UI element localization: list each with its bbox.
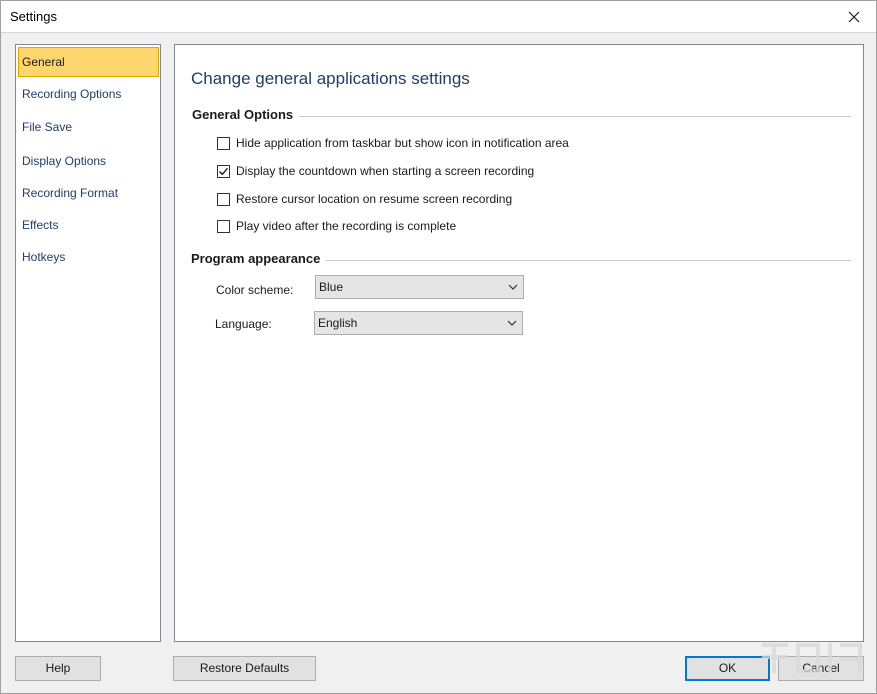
checkbox-display-countdown[interactable]: Display the countdown when starting a sc… bbox=[217, 162, 534, 180]
color-scheme-value: Blue bbox=[319, 280, 344, 294]
color-scheme-label: Color scheme: bbox=[216, 283, 294, 297]
chevron-down-icon bbox=[507, 320, 517, 326]
language-label: Language: bbox=[215, 317, 272, 331]
title-bar: Settings bbox=[1, 1, 876, 33]
checkbox-label: Play video after the recording is comple… bbox=[236, 219, 457, 233]
checkbox-restore-cursor[interactable]: Restore cursor location on resume screen… bbox=[217, 190, 512, 208]
help-button[interactable]: Help bbox=[15, 656, 101, 681]
nav-item-effects[interactable]: Effects bbox=[18, 210, 159, 240]
restore-defaults-button[interactable]: Restore Defaults bbox=[173, 656, 316, 681]
checkbox-box[interactable] bbox=[217, 192, 230, 206]
nav-item-label: Recording Format bbox=[22, 186, 119, 200]
checkbox-play-video[interactable]: Play video after the recording is comple… bbox=[217, 217, 456, 235]
watermark-logo bbox=[762, 643, 862, 673]
settings-nav: General Recording Options File Save Disp… bbox=[15, 44, 161, 642]
language-select[interactable]: English bbox=[314, 311, 523, 335]
chevron-down-icon bbox=[508, 284, 518, 290]
nav-item-label: Effects bbox=[22, 218, 59, 232]
group-title-general-options: General Options bbox=[192, 107, 300, 122]
nav-item-label: File Save bbox=[22, 120, 73, 134]
nav-item-label: Recording Options bbox=[22, 87, 122, 101]
group-divider bbox=[295, 116, 851, 117]
nav-item-recording-options[interactable]: Recording Options bbox=[18, 79, 159, 109]
checkbox-label: Display the countdown when starting a sc… bbox=[236, 164, 535, 178]
checkbox-hide-from-taskbar[interactable]: Hide application from taskbar but show i… bbox=[217, 134, 569, 152]
nav-item-label: General bbox=[22, 55, 65, 69]
checkbox-box[interactable] bbox=[217, 164, 230, 178]
nav-item-label: Display Options bbox=[22, 154, 107, 168]
checkbox-label: Restore cursor location on resume screen… bbox=[236, 192, 513, 206]
nav-item-recording-format[interactable]: Recording Format bbox=[18, 178, 159, 208]
window-title: Settings bbox=[10, 9, 57, 24]
nav-item-display-options[interactable]: Display Options bbox=[18, 146, 159, 176]
ok-button[interactable]: OK bbox=[685, 656, 770, 681]
close-icon bbox=[848, 11, 860, 22]
settings-window: Settings General Recording Options File … bbox=[0, 0, 877, 694]
group-divider bbox=[325, 260, 851, 261]
settings-content: Change general applications settings Gen… bbox=[174, 44, 864, 642]
nav-item-general[interactable]: General bbox=[18, 47, 159, 77]
page-title: Change general applications settings bbox=[191, 69, 470, 88]
nav-item-label: Hotkeys bbox=[22, 250, 66, 264]
nav-item-hotkeys[interactable]: Hotkeys bbox=[18, 242, 159, 272]
check-icon bbox=[219, 167, 229, 175]
nav-item-file-save[interactable]: File Save bbox=[18, 112, 159, 142]
close-button[interactable] bbox=[832, 1, 876, 32]
group-title-program-appearance: Program appearance bbox=[191, 251, 327, 266]
checkbox-box[interactable] bbox=[217, 136, 230, 150]
checkbox-box[interactable] bbox=[217, 219, 230, 233]
language-value: English bbox=[318, 316, 358, 330]
checkbox-label: Hide application from taskbar but show i… bbox=[236, 136, 569, 150]
color-scheme-select[interactable]: Blue bbox=[315, 275, 524, 299]
